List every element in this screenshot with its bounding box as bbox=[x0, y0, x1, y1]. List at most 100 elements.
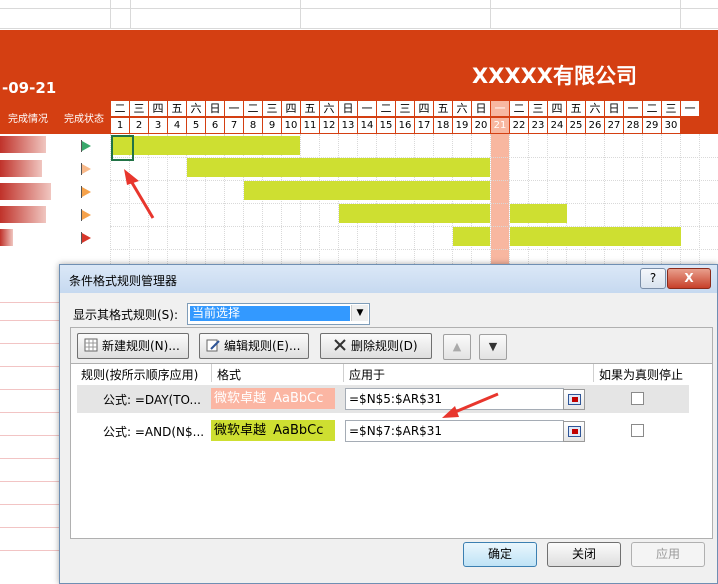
rules-list: 规则(按所示顺序应用) 格式 应用于 如果为真则停止 公式: =DAY(TO..… bbox=[70, 363, 713, 539]
day-cell: 20 bbox=[472, 118, 490, 133]
format-preview: 微软卓越 AaBbCc bbox=[211, 388, 335, 409]
day-cell: 25 bbox=[567, 118, 585, 133]
weekday-cell: 三 bbox=[130, 101, 148, 116]
company-name: XXXXX有限公司 bbox=[472, 64, 637, 88]
orange-flag-icon bbox=[82, 210, 91, 220]
completion-bar bbox=[0, 136, 46, 153]
today-column bbox=[491, 134, 509, 264]
day-cell: 10 bbox=[282, 118, 300, 133]
selected-cell[interactable] bbox=[111, 135, 134, 161]
show-rules-value: 当前选择 bbox=[190, 306, 350, 321]
gantt-bar bbox=[510, 227, 681, 246]
delete-rule-label: 删除规则(D) bbox=[351, 339, 418, 353]
weekday-cell: 二 bbox=[111, 101, 129, 116]
new-rule-icon bbox=[84, 336, 98, 352]
weekday-cell: 二 bbox=[643, 101, 661, 116]
orange-flag-icon bbox=[82, 187, 91, 197]
stop-if-true-checkbox[interactable] bbox=[631, 424, 644, 437]
day-cell: 1 bbox=[111, 118, 129, 133]
edit-rule-button[interactable]: 编辑规则(E)... bbox=[199, 333, 309, 359]
new-rule-button[interactable]: 新建规则(N)... bbox=[77, 333, 189, 359]
day-cell: 23 bbox=[529, 118, 547, 133]
grid-line bbox=[0, 8, 718, 9]
grid-line bbox=[680, 0, 681, 28]
range-select-icon[interactable] bbox=[563, 389, 585, 410]
day-cell: 8 bbox=[244, 118, 262, 133]
stop-if-true-checkbox[interactable] bbox=[631, 392, 644, 405]
weekday-cell: 六 bbox=[586, 101, 604, 116]
weekday-cell: 四 bbox=[149, 101, 167, 116]
weekday-cell: 五 bbox=[301, 101, 319, 116]
day-cell: 7 bbox=[225, 118, 243, 133]
grid-line bbox=[0, 28, 718, 29]
day-cell: 5 bbox=[187, 118, 205, 133]
rule-row[interactable]: 公式: =DAY(TO... 微软卓越 AaBbCc =$N$5:$AR$31 bbox=[77, 385, 689, 413]
help-button[interactable]: ? bbox=[640, 268, 666, 289]
day-cell: 19 bbox=[453, 118, 471, 133]
edit-rule-icon bbox=[206, 336, 220, 352]
weekday-cell: 日 bbox=[605, 101, 623, 116]
day-cell: 6 bbox=[206, 118, 224, 133]
show-rules-label: 显示其格式规则(S): bbox=[73, 308, 179, 322]
close-button[interactable]: 关闭 bbox=[547, 542, 621, 567]
delete-icon bbox=[333, 336, 347, 351]
weekday-cell: 五 bbox=[168, 101, 186, 116]
day-cell: 12 bbox=[320, 118, 338, 133]
applies-to-input[interactable]: =$N$7:$AR$31 bbox=[345, 420, 564, 442]
red-flag-icon bbox=[82, 233, 91, 243]
weekday-cell: 日 bbox=[206, 101, 224, 116]
range-select-icon[interactable] bbox=[563, 421, 585, 442]
ok-button[interactable]: 确定 bbox=[463, 542, 537, 567]
apply-button[interactable]: 应用 bbox=[631, 542, 705, 567]
orange-flag-icon bbox=[82, 164, 91, 174]
edit-rule-label: 编辑规则(E)... bbox=[224, 339, 301, 353]
chevron-down-icon[interactable]: ▼ bbox=[351, 305, 368, 321]
applies-to-input[interactable]: =$N$5:$AR$31 bbox=[345, 388, 564, 410]
grid-line bbox=[490, 0, 491, 28]
weekday-cell: 日 bbox=[339, 101, 357, 116]
day-cell: 11 bbox=[301, 118, 319, 133]
completion-bar bbox=[0, 183, 51, 200]
close-window-button[interactable]: X bbox=[667, 268, 711, 289]
gantt-bar bbox=[339, 204, 490, 223]
weekday-cell: 三 bbox=[396, 101, 414, 116]
weekday-cell: 日 bbox=[472, 101, 490, 116]
weekday-cell: 六 bbox=[187, 101, 205, 116]
day-cell: 3 bbox=[149, 118, 167, 133]
day-cell: 17 bbox=[415, 118, 433, 133]
weekday-cell: 一 bbox=[491, 101, 509, 116]
day-cell: 16 bbox=[396, 118, 414, 133]
weekday-cell: 四 bbox=[282, 101, 300, 116]
date-label: -09-21 bbox=[2, 79, 57, 97]
rule-row[interactable]: 公式: =AND(N$... 微软卓越 AaBbCc =$N$7:$AR$31 bbox=[77, 417, 689, 445]
day-cell: 9 bbox=[263, 118, 281, 133]
status-header: 完成状态 bbox=[64, 114, 104, 125]
conditional-formatting-dialog: 条件格式规则管理器 ? X 显示其格式规则(S): 当前选择 ▼ 新建规则(N)… bbox=[59, 264, 718, 584]
format-column-header: 格式 bbox=[217, 368, 242, 382]
rule-formula: 公式: =DAY(TO... bbox=[103, 393, 201, 407]
weekday-cell: 一 bbox=[624, 101, 642, 116]
delete-rule-button[interactable]: 删除规则(D) bbox=[320, 333, 432, 359]
show-rules-select[interactable]: 当前选择 ▼ bbox=[187, 303, 370, 325]
weekday-cell: 四 bbox=[415, 101, 433, 116]
rule-formula: 公式: =AND(N$... bbox=[103, 425, 205, 439]
applies-to-column-header: 应用于 bbox=[349, 368, 386, 382]
weekday-cell: 三 bbox=[263, 101, 281, 116]
day-cell: 27 bbox=[605, 118, 623, 133]
dialog-titlebar[interactable]: 条件格式规则管理器 ? X bbox=[60, 265, 717, 293]
weekday-cell: 二 bbox=[244, 101, 262, 116]
new-rule-label: 新建规则(N)... bbox=[102, 339, 180, 353]
stop-if-true-column-header: 如果为真则停止 bbox=[599, 368, 684, 382]
rule-column-header: 规则(按所示顺序应用) bbox=[81, 368, 199, 382]
weekday-cell: 五 bbox=[434, 101, 452, 116]
day-cell: 21 bbox=[491, 118, 509, 133]
move-up-icon[interactable]: ▲ bbox=[443, 334, 471, 360]
gantt-bar bbox=[111, 136, 300, 155]
day-cell: 4 bbox=[168, 118, 186, 133]
green-flag-icon bbox=[82, 141, 91, 151]
weekday-cell: 三 bbox=[662, 101, 680, 116]
day-cell: 26 bbox=[586, 118, 604, 133]
day-cell: 15 bbox=[377, 118, 395, 133]
move-down-icon[interactable]: ▼ bbox=[479, 334, 507, 360]
weekday-cell: 二 bbox=[377, 101, 395, 116]
